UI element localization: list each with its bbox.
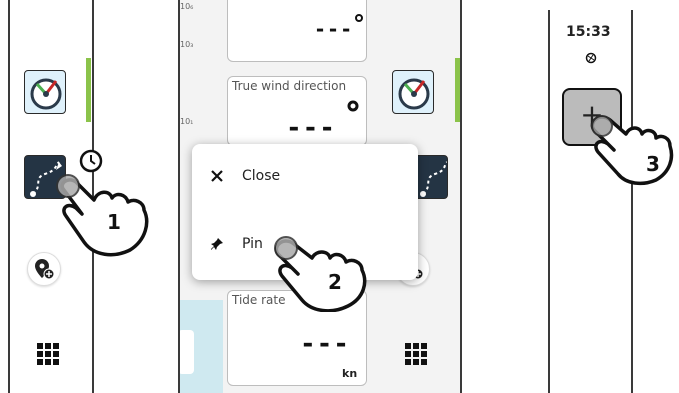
apps-grid-icon[interactable] bbox=[36, 342, 60, 366]
scale-label: 10₁ bbox=[180, 117, 194, 126]
true-wind-direction-box[interactable]: True wind direction --- bbox=[227, 76, 367, 146]
compass-app-tile[interactable] bbox=[24, 70, 66, 114]
true-wind-direction-value: --- bbox=[286, 113, 336, 143]
scale-label: 10₆ bbox=[180, 2, 194, 11]
step-number-2: 2 bbox=[328, 270, 342, 294]
panel-1-left-border bbox=[8, 0, 10, 393]
satellite-status-icon bbox=[585, 52, 597, 64]
data-box-top[interactable]: --- bbox=[227, 0, 367, 62]
close-menu-label: Close bbox=[242, 168, 281, 184]
top-box-value: --- bbox=[314, 17, 354, 41]
true-wind-direction-label: True wind direction bbox=[232, 79, 347, 93]
compass-icon bbox=[398, 78, 430, 110]
compass-icon bbox=[30, 78, 62, 110]
pin-icon bbox=[211, 238, 223, 250]
tap-hand-icon bbox=[274, 236, 367, 312]
panel-2-right-border bbox=[460, 0, 462, 393]
tap-hand-icon bbox=[590, 115, 674, 186]
active-app-indicator bbox=[455, 58, 460, 122]
panel-3-left-border bbox=[548, 10, 550, 393]
pin-menu-label: Pin bbox=[242, 236, 263, 252]
pin-menu-item[interactable]: Pin bbox=[210, 236, 263, 252]
tide-rate-unit: kn bbox=[342, 367, 358, 380]
step-number-3: 3 bbox=[646, 152, 660, 176]
close-icon bbox=[211, 170, 223, 182]
chart-card bbox=[178, 330, 194, 374]
tide-rate-value: --- bbox=[300, 329, 350, 359]
clock-time: 15:33 bbox=[566, 24, 611, 40]
apps-grid-icon[interactable] bbox=[404, 342, 428, 366]
scale-label: 10₃ bbox=[180, 40, 194, 49]
step-number-1: 1 bbox=[107, 210, 121, 234]
panel-2-left-border bbox=[178, 0, 180, 393]
panel-3-right-border bbox=[631, 10, 633, 393]
compass-app-tile[interactable] bbox=[392, 70, 434, 114]
close-menu-item[interactable]: Close bbox=[210, 168, 280, 184]
degree-icon bbox=[347, 100, 359, 112]
degree-icon bbox=[355, 14, 363, 22]
active-app-indicator bbox=[86, 58, 91, 122]
